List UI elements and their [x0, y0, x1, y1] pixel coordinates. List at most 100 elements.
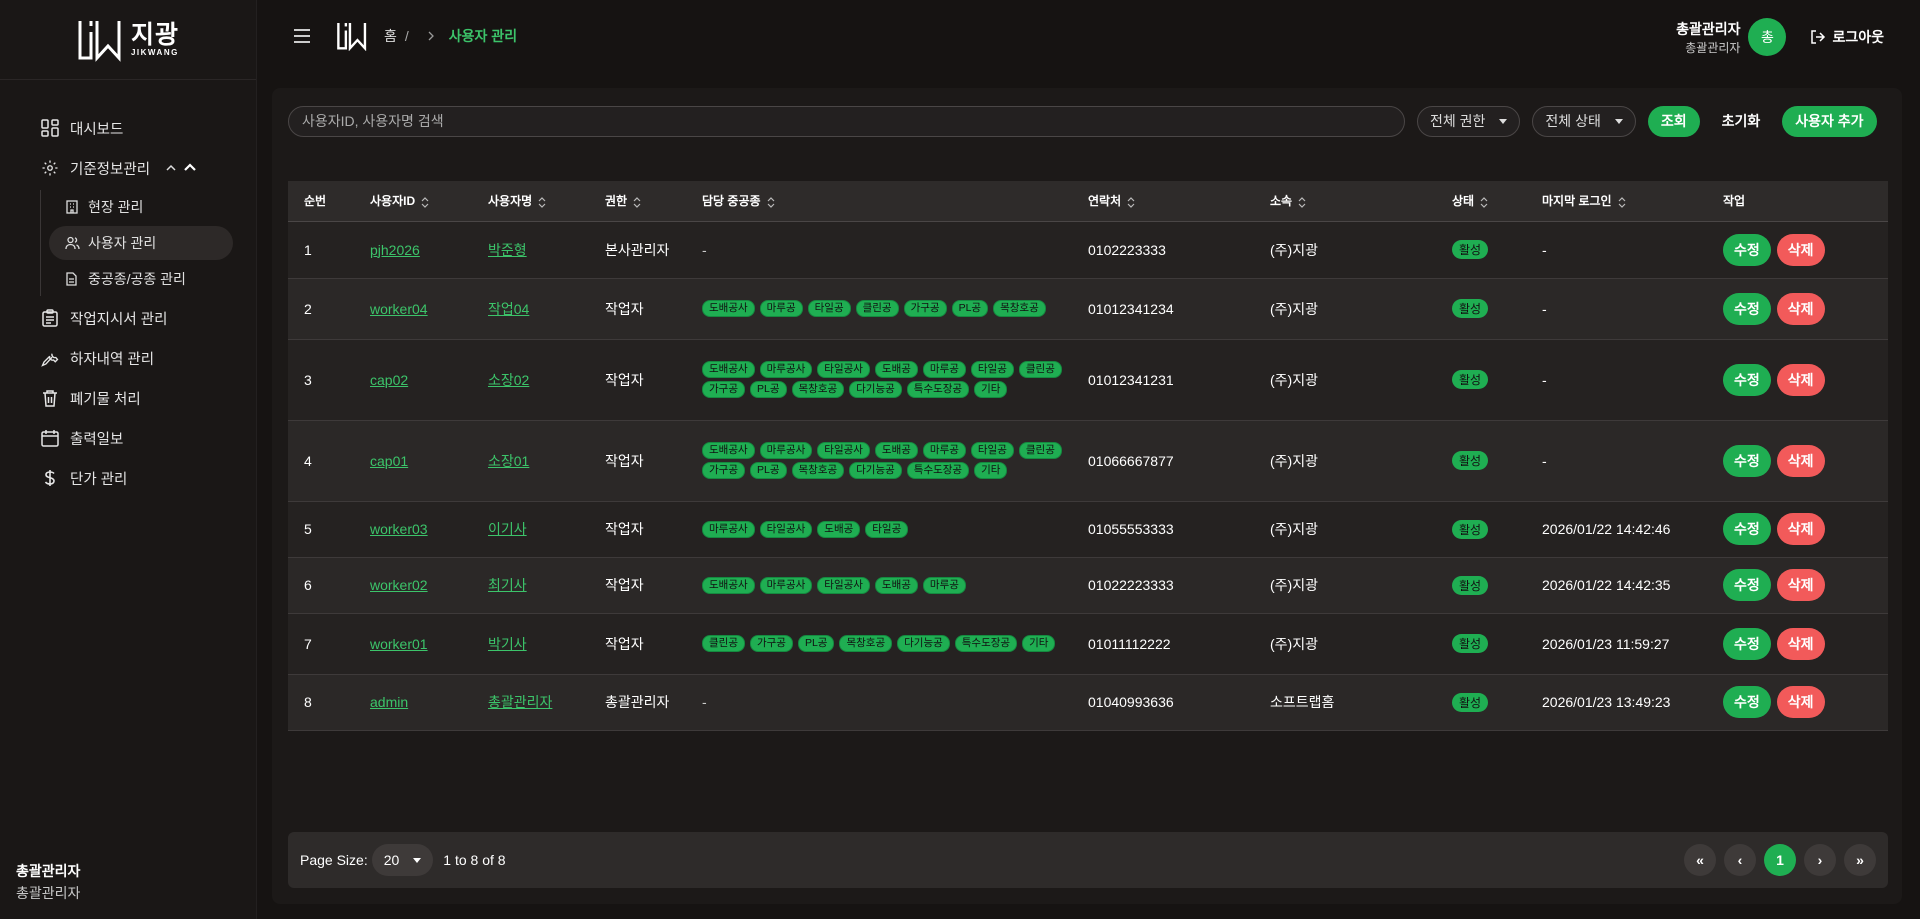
sidebar-item-dashboard[interactable]: 대시보드 [0, 108, 256, 148]
next-page-button[interactable]: › [1804, 844, 1836, 876]
trade-tag: 클린공 [855, 300, 899, 317]
trade-tag: 특수도장공 [954, 635, 1018, 652]
cell-org: (주)지광 [1254, 613, 1436, 675]
logo-english-text: JIKWANG [130, 47, 179, 57]
column-header[interactable]: 상태 [1436, 181, 1526, 222]
sort-icon[interactable] [633, 196, 641, 208]
user-name-link[interactable]: 이기사 [488, 521, 527, 537]
edit-button[interactable]: 수정 [1723, 513, 1771, 545]
user-id-link[interactable]: worker02 [370, 577, 428, 593]
breadcrumb-home[interactable]: 홈 [384, 26, 397, 46]
user-id-link[interactable]: cap02 [370, 372, 408, 388]
user-id-link[interactable]: worker04 [370, 301, 428, 317]
header-logo-icon[interactable] [336, 21, 368, 51]
trade-tag: PL공 [749, 381, 787, 398]
cell-user-id: worker02 [354, 557, 472, 614]
column-header[interactable]: 사용자명 [472, 181, 589, 222]
user-id-link[interactable]: pjh2026 [370, 242, 420, 258]
delete-button[interactable]: 삭제 [1776, 233, 1825, 266]
trade-tag: 기타 [974, 462, 1008, 479]
delete-button[interactable]: 삭제 [1776, 513, 1825, 545]
sidebar-subitem-site[interactable]: 현장 관리 [49, 190, 233, 224]
sidebar-subitem-users[interactable]: 사용자 관리 [49, 226, 233, 260]
brand-logo[interactable]: 지광 JIKWANG [77, 18, 179, 62]
edit-button[interactable]: 수정 [1723, 233, 1771, 266]
trade-tag: 도배공 [817, 520, 861, 538]
page-1-button[interactable]: 1 [1764, 844, 1796, 876]
column-header-label: 사용자명 [488, 194, 533, 209]
delete-button[interactable]: 삭제 [1776, 686, 1825, 718]
column-header[interactable]: 소속 [1254, 181, 1436, 222]
user-name-link[interactable]: 최기사 [488, 577, 527, 593]
header-user-name: 총괄관리자 [1676, 20, 1741, 37]
column-header[interactable]: 권한 [589, 181, 686, 222]
trade-tags: 도배공사 마루공사 타일공사 도배공 마루공 타일공 클린공 가구공 PL공 목창호공 다기능공 특수… [702, 359, 1072, 400]
sidebar-item-waste[interactable]: 폐기물 처리 [0, 378, 256, 418]
chevron-up-bold-icon[interactable] [184, 162, 196, 174]
sort-icon[interactable] [1127, 196, 1135, 208]
edit-button[interactable]: 수정 [1723, 569, 1771, 601]
delete-button[interactable]: 삭제 [1776, 363, 1825, 396]
page-size-select[interactable]: 20 [371, 844, 434, 876]
user-id-link[interactable]: worker03 [370, 521, 428, 537]
column-header[interactable]: 담당 중공종 [686, 181, 1072, 222]
user-id-link[interactable]: cap01 [370, 453, 408, 469]
edit-button[interactable]: 수정 [1723, 444, 1771, 477]
sidebar-item-work-orders[interactable]: 작업지시서 관리 [0, 298, 256, 338]
sidebar-item-unit-price[interactable]: 단가 관리 [0, 458, 256, 498]
prev-page-button[interactable]: ‹ [1724, 844, 1756, 876]
phone-number: 01012341234 [1088, 300, 1174, 317]
edit-button[interactable]: 수정 [1723, 627, 1771, 660]
user-name-link[interactable]: 작업04 [488, 301, 529, 317]
cell-no: 5 [288, 501, 354, 558]
column-header[interactable]: 마지막 로그인 [1526, 181, 1707, 222]
column-header[interactable]: 연락처 [1072, 181, 1254, 222]
search-input[interactable] [288, 105, 1405, 137]
menu-toggle-icon[interactable] [293, 26, 313, 46]
edit-button[interactable]: 수정 [1723, 363, 1771, 396]
avatar[interactable]: 총 [1748, 18, 1787, 56]
sidebar-subitem-label: 사용자 관리 [88, 235, 157, 251]
user-id-link[interactable]: admin [370, 694, 408, 710]
sort-icon[interactable] [538, 196, 546, 208]
user-name-link[interactable]: 박준형 [488, 242, 527, 258]
edit-button[interactable]: 수정 [1723, 292, 1771, 325]
cell-status: 활성 [1436, 278, 1526, 340]
delete-button[interactable]: 삭제 [1776, 292, 1825, 325]
first-page-button[interactable]: « [1684, 844, 1716, 876]
sidebar-item-defects[interactable]: 하자내역 관리 [0, 338, 256, 378]
sort-icon[interactable] [421, 196, 429, 208]
trade-tag: 마루공사 [759, 361, 813, 378]
building-icon [65, 199, 81, 215]
sort-icon[interactable] [767, 196, 775, 208]
sidebar-item-daily-report[interactable]: 출력일보 [0, 418, 256, 458]
organization: (주)지광 [1270, 371, 1318, 388]
search-button[interactable]: 조회 [1647, 105, 1700, 137]
sidebar-subitem-trades[interactable]: 중공종/공종 관리 [49, 262, 233, 296]
edit-button[interactable]: 수정 [1723, 686, 1771, 718]
delete-button[interactable]: 삭제 [1776, 569, 1825, 601]
status-filter-select[interactable]: 전체 상태 [1532, 105, 1636, 137]
user-name-link[interactable]: 박기사 [488, 636, 527, 652]
add-user-button[interactable]: 사용자 추가 [1782, 105, 1877, 137]
reset-button[interactable]: 초기화 [1722, 111, 1761, 131]
last-page-button[interactable]: » [1844, 844, 1876, 876]
trade-tag: 마루공 [922, 576, 966, 594]
user-name-link[interactable]: 소장01 [488, 453, 529, 469]
column-header[interactable]: 사용자ID [354, 181, 472, 222]
user-id-link[interactable]: worker01 [370, 636, 428, 652]
logout-button[interactable]: 로그아웃 [1810, 27, 1884, 47]
delete-button[interactable]: 삭제 [1776, 627, 1825, 660]
delete-button[interactable]: 삭제 [1776, 444, 1825, 477]
sort-icon[interactable] [1618, 196, 1626, 208]
sort-icon[interactable] [1298, 196, 1306, 208]
sidebar-subnav: 현장 관리 사용자 관리 중공종/공종 관리 [40, 190, 256, 296]
role-filter-select[interactable]: 전체 권한 [1417, 105, 1521, 137]
user-name-link[interactable]: 총괄관리자 [488, 694, 552, 710]
chevron-up-icon[interactable] [166, 163, 176, 173]
sidebar-item-master-data[interactable]: 기준정보관리 [0, 148, 256, 188]
cell-org: (주)지광 [1254, 221, 1436, 279]
sort-icon[interactable] [1480, 196, 1488, 208]
cell-user-id: pjh2026 [354, 221, 472, 279]
user-name-link[interactable]: 소장02 [488, 372, 529, 388]
